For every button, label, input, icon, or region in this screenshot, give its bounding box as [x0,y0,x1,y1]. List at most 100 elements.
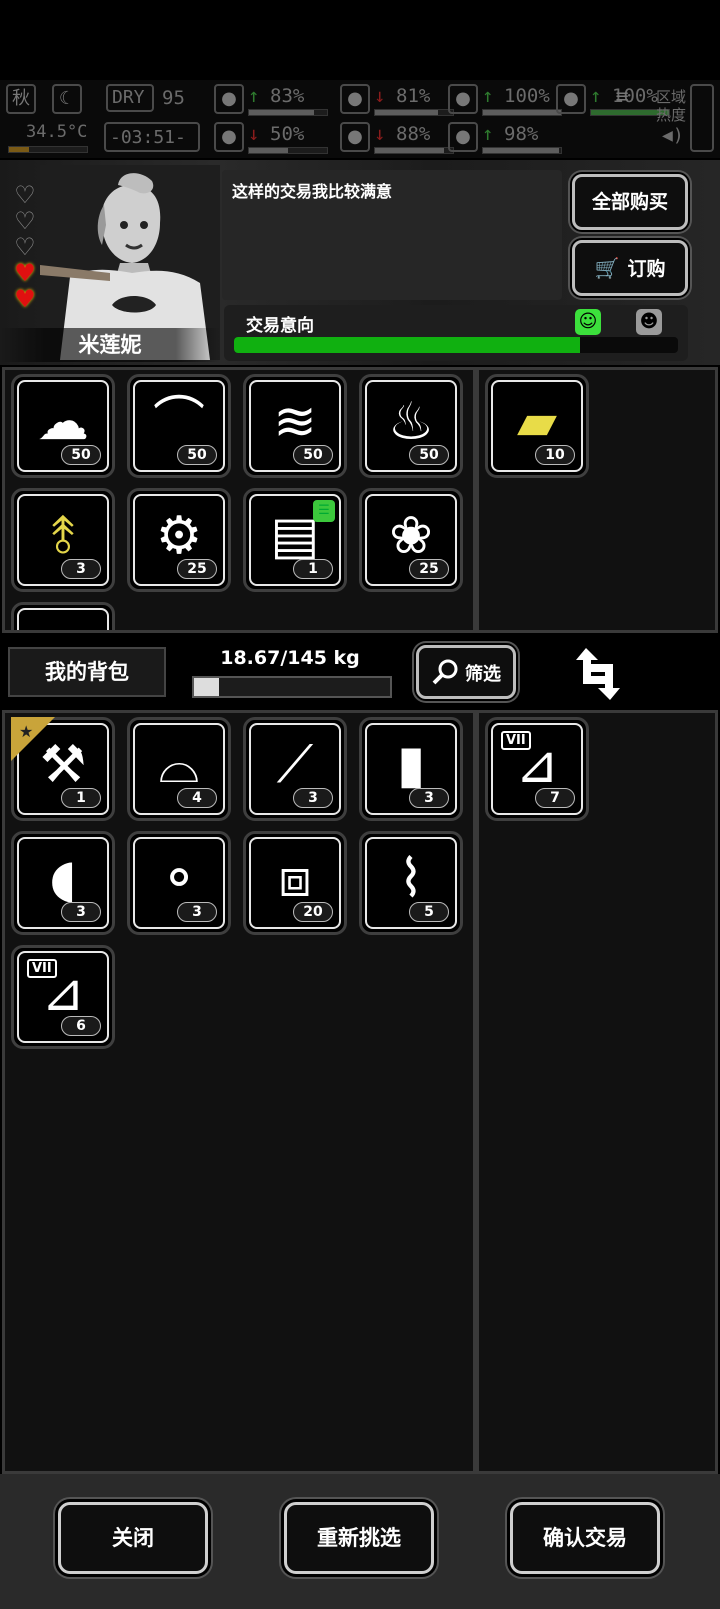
stat-bar-armor [482,109,562,116]
item-slot[interactable]: ⟋ 3 [243,717,347,821]
item-count: 3 [61,902,101,922]
item-frame: ⌇ 5 [365,837,457,929]
merchant-offer-panel[interactable]: ▰ 10 [476,367,718,633]
buy-all-label: 全部购买 [591,191,668,213]
item-slot[interactable]: ⚬ 3 [127,831,231,935]
new-badge-icon: ☰ [313,500,335,522]
svg-text:★: ★ [19,722,33,741]
item-slot[interactable]: ⊿ VII 6 [11,945,115,1049]
item-slot[interactable]: ❀ 25 [359,488,463,592]
item-frame: ❀ 25 [365,494,457,586]
stat-value-water: 88% [396,123,431,145]
item-count: 3 [177,902,217,922]
area-indicator-icon: ≡ [614,86,630,107]
moon-icon: ● [340,84,370,114]
trade-intent-label: 交易意向 [246,316,314,336]
item-slot[interactable]: ▤ ☰ 1 [243,488,347,592]
item-frame: ⟋ 3 [249,723,341,815]
trend-up-icon: ↑ [248,85,260,107]
item-slot[interactable]: ⥉ 3 [11,488,115,592]
trade-intent: 交易意向 ☺ ☻ [224,305,688,361]
order-label: 订购 [627,258,666,280]
item-frame: ⚙ 25 [133,494,225,586]
heart-icon: ● [448,122,478,152]
trend-up-icon: ↑ [482,85,494,107]
item-frame: ⥉ 3 [17,494,109,586]
item-frame: ⚬ 3 [133,837,225,929]
item-count: 50 [409,445,449,465]
filter-button[interactable]: 筛选 [416,645,516,699]
item-slot[interactable]: ⚒ 1 ★ [11,717,115,821]
item-slot[interactable]: ≋ 50 [243,374,347,478]
item-slot[interactable]: ⧈ 20 [243,831,347,935]
confirm-trade-label: 确认交易 [543,1526,627,1550]
item-count: 25 [177,559,217,579]
area-heat-label: 区域 热度 [656,88,687,124]
status-bar: 秋 ☾ DRY 95 34.5°C -03:51- ● ↑ 83% ● ↓ 81% ● ↑ 10… [0,80,720,158]
cart-icon: 🛒 [594,256,620,280]
confirm-trade-button[interactable]: 确认交易 [510,1502,660,1574]
weight-bar [192,676,392,698]
capsule-icon: ● [448,84,478,114]
order-button[interactable]: 🛒 订购 [572,240,688,296]
laughing-face-icon: ☻ [636,309,662,335]
player-offer-panel[interactable]: ⊿ VII 7 [476,710,718,1474]
item-frame: ▤ ☰ 1 [249,494,341,586]
item-slot[interactable]: ♨ 50 [359,374,463,478]
stat-bar-brain [248,147,328,154]
heart-empty-icon: ♡ [14,233,36,261]
item-count: 3 [409,788,449,808]
item-slot[interactable]: ⌓ 4 [127,717,231,821]
item-count: 3 [61,559,101,579]
buy-all-button[interactable]: 全部购买 [572,174,688,230]
item-slot[interactable]: ⌒ 50 [127,374,231,478]
favorite-star-icon: ★ [11,717,55,761]
item-count: 1 [61,788,101,808]
item-frame: ◖ 3 [17,837,109,929]
medkit-icon: ● [214,84,244,114]
item-count: 3 [293,788,333,808]
heart-empty-icon: ♡ [14,181,36,209]
temperature: 34.5°C [26,122,88,142]
search-icon [432,659,458,685]
merchant-inventory[interactable]: ☁ 50 ⌒ 50 ≋ 50 ♨ 50 ⥉ 3 ⚙ 25 ▤ ☰ 1 ❀ 25 [2,367,476,633]
item-frame: ⊿ VII 6 [17,951,109,1043]
relationship-hearts: ♡ ♡ ♡ ♥ ♥ [10,182,40,312]
item-slot[interactable]: ▮ 3 [359,717,463,821]
item-count: 5 [409,902,449,922]
item-count: 25 [409,559,449,579]
backpack-title: 我的背包 [8,647,166,697]
weather-value: 95 [162,87,185,109]
item-slot[interactable]: ⚙ 25 [127,488,231,592]
swap-icon[interactable] [572,644,624,704]
item-slot[interactable]: ⌇ 5 [359,831,463,935]
item-frame: ▰ 10 [491,380,583,472]
stat-value-health: 83% [270,85,305,107]
item-slot[interactable]: ▰ 10 [485,374,589,478]
trend-down-icon: ↓ [374,123,386,145]
item-count: 7 [535,788,575,808]
item-slot[interactable]: ⊿ VII 7 [485,717,589,821]
close-button[interactable]: 关闭 [58,1502,208,1574]
item-frame: ⌓ 4 [133,723,225,815]
trade-intent-fill [234,337,581,353]
trend-up-icon: ↑ [482,123,494,145]
merchant-name: 米莲妮 [0,328,220,362]
item-slot-partial[interactable] [11,602,115,630]
stat-bar-sleep [374,109,454,116]
speaker-icon[interactable]: ◀) [662,126,684,146]
stat-bar-water [374,147,454,154]
weight-fill [194,678,220,696]
backpack-inventory[interactable]: ⚒ 1 ★ ⌓ 4 ⟋ 3 ▮ 3 ◖ 3 ⚬ 3 ⧈ 20 ⌇ 5 ⊿ VII 6 [2,710,476,1474]
stat-value-heart: 98% [504,123,539,145]
trend-up-icon: ↑ [590,85,602,107]
reselect-button[interactable]: 重新挑选 [284,1502,434,1574]
item-frame: ♨ 50 [365,380,457,472]
item-frame: ☁ 50 [17,380,109,472]
weight-text: 18.67/145 kg [220,647,360,669]
item-slot[interactable]: ◖ 3 [11,831,115,935]
item-frame: ≋ 50 [249,380,341,472]
happy-face-icon: ☺ [575,309,601,335]
item-slot[interactable]: ☁ 50 [11,374,115,478]
item-count: 50 [293,445,333,465]
